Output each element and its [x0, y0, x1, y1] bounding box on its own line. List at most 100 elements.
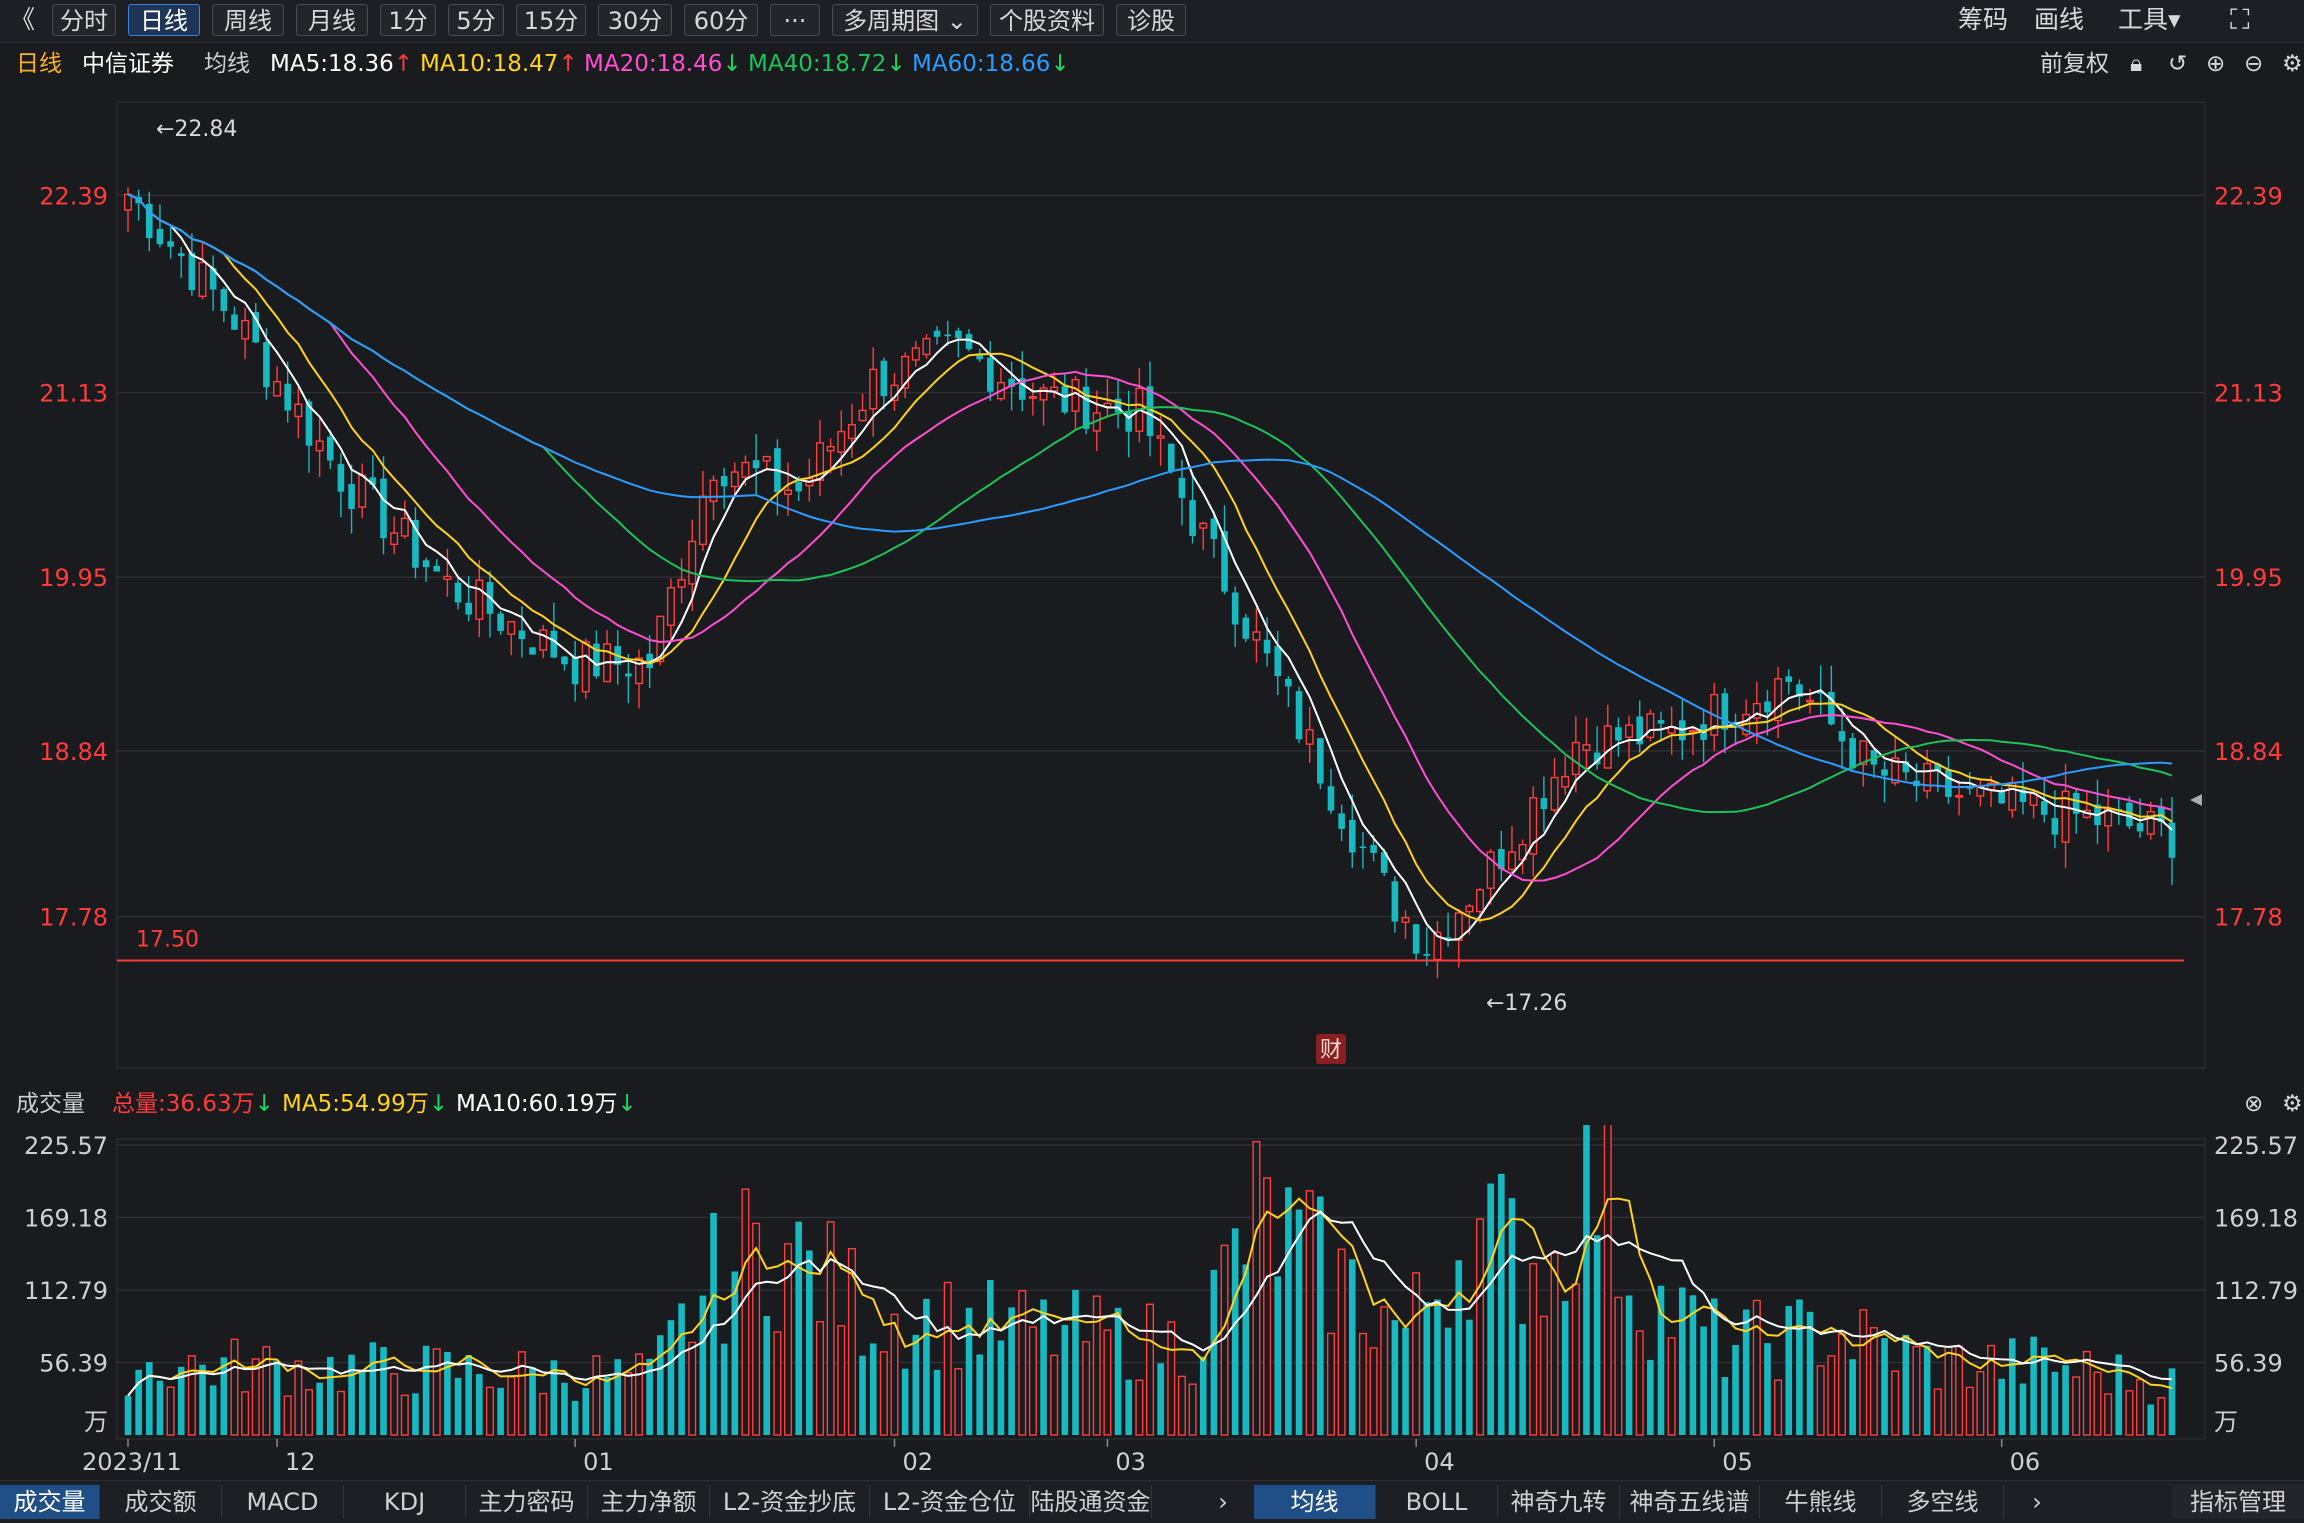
double-chevron-left-icon[interactable]: 《 — [10, 4, 35, 36]
candle — [922, 333, 931, 359]
volume-bar — [731, 1271, 739, 1435]
arrow-down-icon: ↓ — [428, 1091, 449, 1117]
volume-bar — [763, 1316, 771, 1435]
volume-bar — [400, 1394, 409, 1436]
volume-bar — [1103, 1329, 1112, 1436]
price-restore-button[interactable]: 前复权 — [2040, 44, 2109, 84]
period-button-12[interactable]: 诊股 — [1116, 4, 1186, 36]
volume-unit-right: 万 — [2214, 1408, 2238, 1436]
volume-bar — [1796, 1299, 1803, 1435]
ma-label[interactable]: 均线 — [204, 44, 250, 84]
indicator-tab-right-5[interactable]: 多空线 — [1882, 1485, 2004, 1519]
period-button-5[interactable]: 5分 — [448, 4, 504, 36]
candle — [539, 624, 548, 659]
volume-bar — [1028, 1326, 1037, 1436]
period-button-9[interactable]: ··· — [770, 4, 820, 36]
indicator-tab-right-2[interactable]: 神奇九转 — [1498, 1485, 1620, 1519]
period-button-10[interactable]: 多周期图 ⌄ — [832, 4, 978, 36]
fullscreen-icon[interactable]: ⛶ — [2230, 4, 2250, 36]
volume-bar — [1305, 1190, 1314, 1436]
volume-bar — [976, 1354, 983, 1435]
indicator-tab-right-3[interactable]: 神奇五线谱 — [1620, 1485, 1760, 1519]
volume-bar — [187, 1355, 196, 1436]
candle — [1955, 780, 1964, 816]
candle — [156, 204, 164, 248]
volume-bar — [220, 1357, 228, 1435]
chip-distribution-button[interactable]: 筹码 — [1958, 4, 2008, 36]
volume-bar — [1167, 1321, 1176, 1436]
indicator-tab-left-0[interactable]: 成交量 — [0, 1485, 100, 1519]
volume-bar — [1295, 1209, 1303, 1435]
candle — [422, 557, 430, 582]
indicator-tab-right-1[interactable]: BOLL — [1376, 1485, 1498, 1519]
period-button-7[interactable]: 30分 — [598, 4, 672, 36]
period-button-3[interactable]: 月线 — [296, 4, 368, 36]
volume-chart[interactable]: 225.57 225.57 169.18 169.18 112.79 112.79 56.3… — [0, 1125, 2304, 1480]
candle — [1764, 690, 1771, 736]
volume-bar — [1285, 1187, 1292, 1435]
volume-bar — [1455, 1260, 1463, 1435]
chevron-right-icon[interactable]: › — [1206, 1485, 1240, 1519]
lock-icon[interactable]: 🔒︎ — [2130, 44, 2142, 84]
volume-bar — [1114, 1307, 1122, 1435]
volume-bar — [336, 1390, 345, 1436]
candle — [890, 372, 899, 411]
volume-bar — [2125, 1390, 2134, 1436]
gear-icon[interactable]: ⚙ — [2282, 1084, 2303, 1124]
y-tick-label-left: 17.78 — [39, 904, 108, 932]
indicator-tab-left-1[interactable]: 成交额 — [100, 1485, 222, 1519]
stock-name[interactable]: 中信证券 — [82, 44, 174, 84]
indicator-tab-left-8[interactable]: 陆股通资金 — [1030, 1485, 1152, 1519]
indicator-tabs: 成交量 成交额 MACD KDJ 主力密码 主力净额 L2-资金抄底 L2-资金仓位 陆股通资金… — [0, 1480, 2304, 1523]
indicator-tab-left-4[interactable]: 主力密码 — [466, 1485, 588, 1519]
low-annotation: ←17.26 — [1486, 991, 1567, 1016]
candlestick-chart[interactable]: 22.39 22.39 21.13 21.13 19.95 19.95 18.84 18.84… — [0, 84, 2304, 1084]
indicator-tab-left-7[interactable]: L2-资金仓位 — [870, 1485, 1030, 1519]
indicator-tab-right-4[interactable]: 牛熊线 — [1760, 1485, 1882, 1519]
volume-title[interactable]: 成交量 — [16, 1084, 85, 1124]
period-button-2[interactable]: 周线 — [212, 4, 284, 36]
period-button-0[interactable]: 分时 — [52, 4, 116, 36]
close-icon[interactable]: ⊗ — [2244, 1084, 2263, 1124]
indicator-tab-left-6[interactable]: L2-资金抄底 — [710, 1485, 870, 1519]
candle — [2146, 801, 2155, 840]
period-button-4[interactable]: 1分 — [380, 4, 436, 36]
indicator-manage-button[interactable]: 指标管理 — [2172, 1485, 2304, 1519]
volume-bar — [124, 1395, 132, 1435]
draw-line-button[interactable]: 画线 — [2034, 4, 2084, 36]
indicator-tab-left-3[interactable]: KDJ — [344, 1485, 466, 1519]
indicator-tab-left-2[interactable]: MACD — [222, 1485, 344, 1519]
candle — [433, 559, 441, 572]
volume-bar — [1199, 1356, 1207, 1435]
candle — [593, 630, 600, 679]
period-button-8[interactable]: 60分 — [684, 4, 758, 36]
undo-icon[interactable]: ↺ — [2168, 44, 2187, 84]
zoom-out-icon[interactable]: ⊖ — [2244, 44, 2263, 84]
indicator-tab-right-0[interactable]: 均线 — [1254, 1485, 1376, 1519]
volume-bar — [1210, 1269, 1218, 1435]
candle — [390, 516, 399, 555]
volume-bar — [2019, 1383, 2027, 1435]
volume-bar — [667, 1320, 675, 1435]
volume-bar — [2147, 1404, 2155, 1435]
volume-bar — [1444, 1327, 1452, 1435]
indicator-tab-left-5[interactable]: 主力净额 — [588, 1485, 710, 1519]
volume-y-tick-left: 225.57 — [24, 1132, 108, 1160]
tools-menu-button[interactable]: 工具▾ — [2118, 4, 2181, 36]
zoom-in-icon[interactable]: ⊕ — [2206, 44, 2225, 84]
volume-bar — [1498, 1173, 1505, 1435]
volume-bar — [1859, 1309, 1868, 1436]
volume-bar — [1667, 1337, 1676, 1436]
candle — [1114, 380, 1122, 429]
period-button-6[interactable]: 15分 — [516, 4, 586, 36]
period-button-11[interactable]: 个股资料 — [990, 4, 1104, 36]
gear-icon[interactable]: ⚙ — [2282, 44, 2303, 84]
volume-bar — [954, 1368, 963, 1436]
chevron-right-icon[interactable]: › — [2020, 1485, 2054, 1519]
x-tick-label: 12 — [285, 1448, 316, 1476]
candle — [698, 471, 707, 551]
period-button-1[interactable]: 日线 — [128, 4, 200, 36]
volume-bar — [304, 1389, 313, 1436]
arrow-down-icon: ↓ — [722, 51, 742, 77]
volume-bar — [2115, 1354, 2123, 1435]
